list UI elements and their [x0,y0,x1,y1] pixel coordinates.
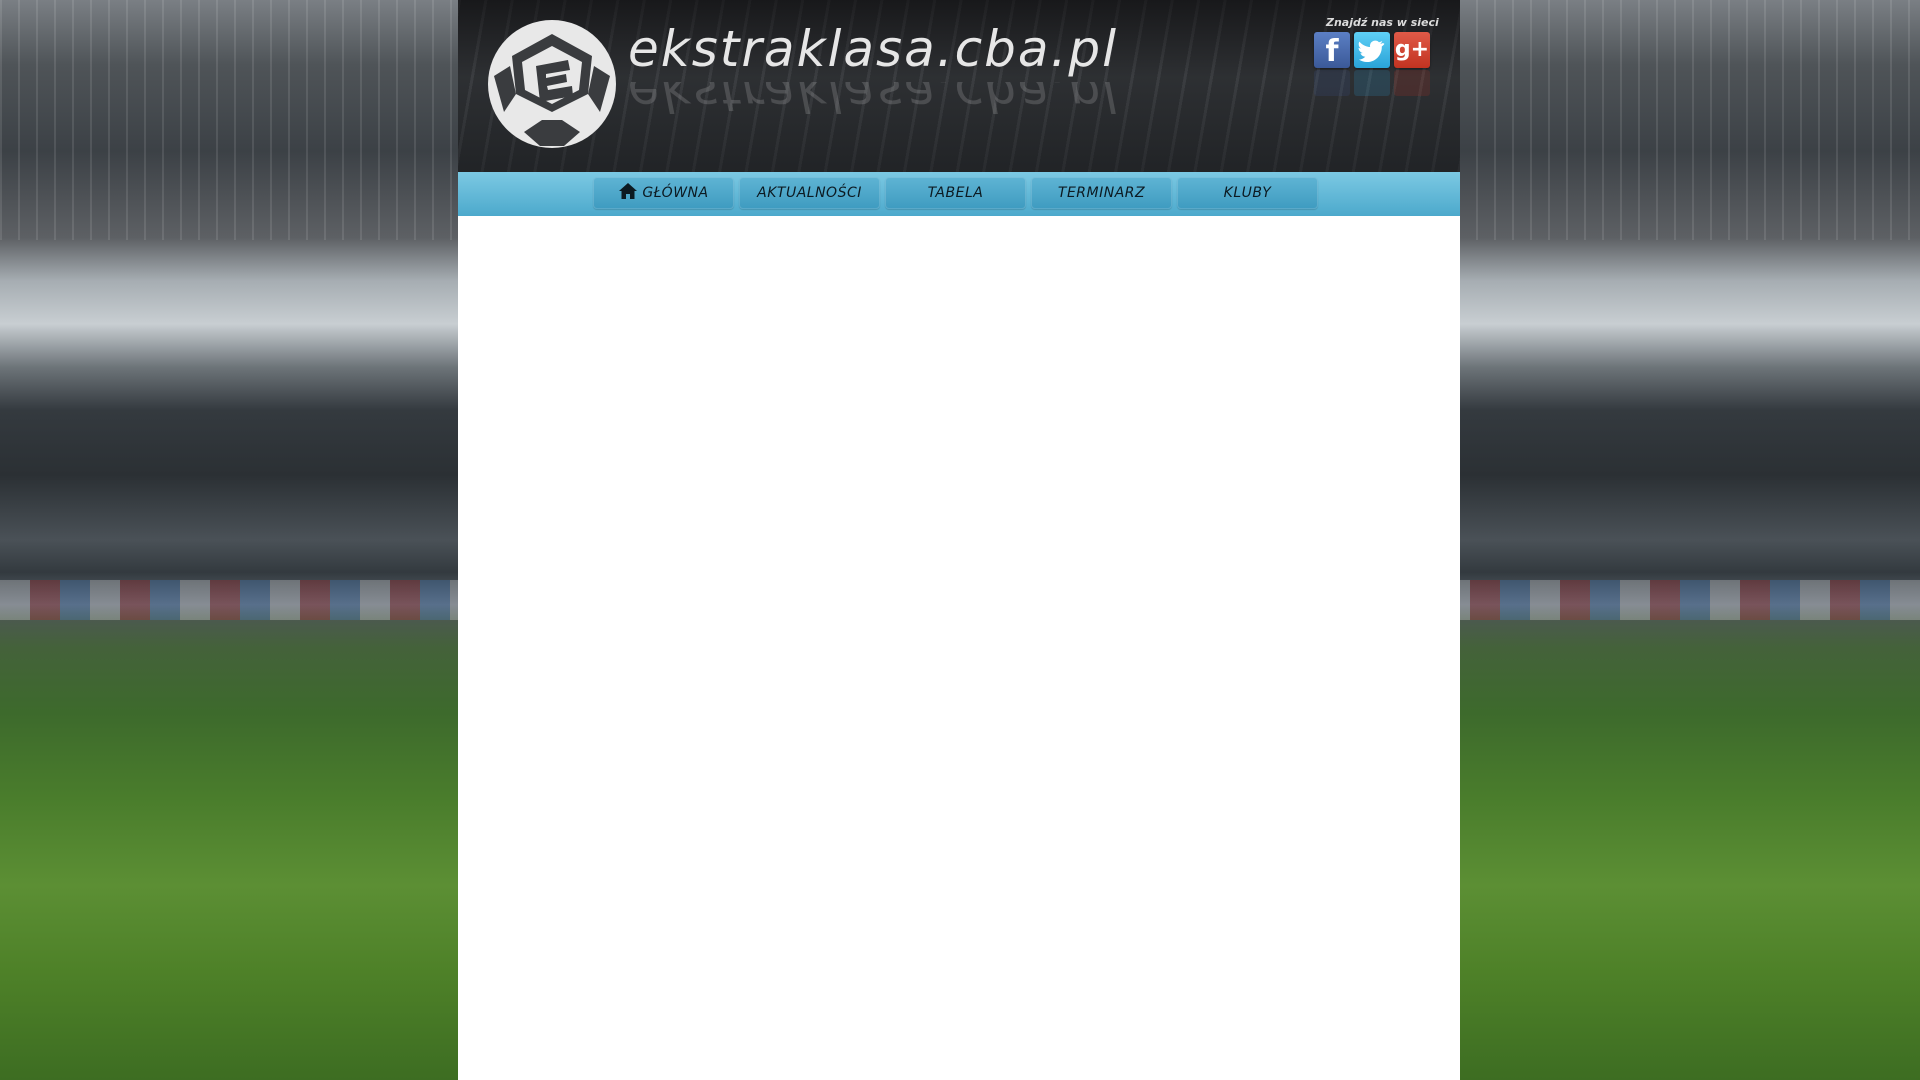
home-icon [619,183,638,199]
main-navigation: GŁÓWNA AKTUALNOŚCI TABELA TERMINARZ KLUB… [458,172,1460,216]
twitter-icon-reflection [1354,70,1390,96]
nav-item-terminarz[interactable]: TERMINARZ [1031,177,1172,209]
main-content-area [458,216,1460,1080]
google-plus-icon[interactable]: g+ [1394,32,1430,68]
facebook-icon-reflection [1314,70,1350,96]
nav-item-label: KLUBY [1223,185,1272,201]
nav-item-aktualnosci[interactable]: AKTUALNOŚCI [739,177,880,209]
ekstraklasa-logo-icon[interactable] [484,16,620,152]
nav-item-label: TABELA [927,185,984,201]
site-title[interactable]: ekstraklasa.cba.pl [628,20,1118,78]
nav-item-label: TERMINARZ [1057,185,1146,201]
nav-item-tabela[interactable]: TABELA [885,177,1026,209]
nav-item-label: GŁÓWNA [642,185,709,201]
facebook-icon[interactable]: f [1314,32,1350,69]
site-title-reflection: ekstraklasa.cba.pl [628,82,1119,122]
site-container: ekstraklasa.cba.pl ekstraklasa.cba.pl Zn… [458,0,1460,1080]
social-caption: Znajdź nas w sieci [1326,16,1439,29]
google-plus-icon-reflection [1394,70,1430,96]
nav-item-label: AKTUALNOŚCI [757,185,862,201]
twitter-icon[interactable] [1354,32,1390,68]
nav-item-kluby[interactable]: KLUBY [1177,177,1318,209]
nav-item-glowna[interactable]: GŁÓWNA [593,177,734,209]
header-banner: ekstraklasa.cba.pl ekstraklasa.cba.pl Zn… [458,0,1460,172]
